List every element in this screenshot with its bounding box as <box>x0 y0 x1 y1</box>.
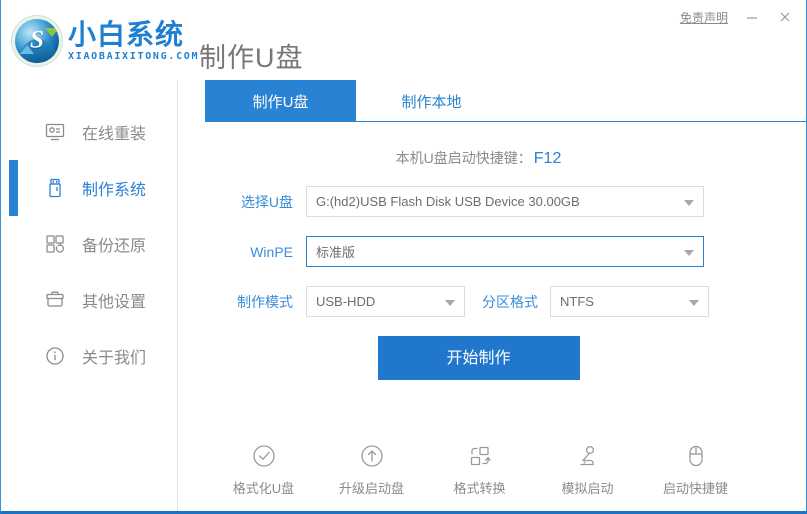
form-row-usb: 选择U盘 G:(hd2)USB Flash Disk USB Device 30… <box>179 186 806 217</box>
tool-boot-hotkey[interactable]: 启动快捷键 <box>659 440 733 497</box>
boot-hotkey-value: F12 <box>533 150 562 167</box>
chevron-down-icon <box>684 199 694 206</box>
sidebar-item-backup-restore[interactable]: 备份还原 <box>1 216 177 272</box>
toolbox-icon <box>42 287 68 313</box>
monitor-icon <box>42 119 68 145</box>
mode-select-label: 制作模式 <box>237 293 293 310</box>
usb-select-value: G:(hd2)USB Flash Disk USB Device 30.00GB <box>316 194 580 209</box>
chevron-down-icon <box>689 299 699 306</box>
sidebar-item-label: 备份还原 <box>82 238 147 255</box>
logo-mark-icon: S <box>15 19 59 63</box>
convert-icon <box>466 440 494 472</box>
winpe-select-label: WinPE <box>250 243 293 260</box>
tool-label: 启动快捷键 <box>662 481 728 496</box>
mode-select-value: USB-HDD <box>316 294 376 309</box>
tool-label: 模拟启动 <box>561 481 614 496</box>
sidebar-item-online-reinstall[interactable]: 在线重装 <box>1 104 177 160</box>
winpe-select[interactable]: 标准版 <box>306 236 704 267</box>
chevron-down-icon <box>684 249 694 256</box>
winpe-select-value: 标准版 <box>316 245 356 260</box>
usb-select[interactable]: G:(hd2)USB Flash Disk USB Device 30.00GB <box>306 186 704 217</box>
title-bar: S 小白系统 XIAOBAIXITONG.COM 制作U盘 免责声明 <box>1 0 806 80</box>
brand-name-cn: 小白系统 <box>68 18 185 50</box>
make-usb-form: 选择U盘 G:(hd2)USB Flash Disk USB Device 30… <box>179 186 806 380</box>
close-icon[interactable] <box>771 6 798 28</box>
tool-simulate-boot[interactable]: 模拟启动 <box>551 440 625 497</box>
tool-format-usb[interactable]: 格式化U盘 <box>227 440 301 497</box>
tool-format-convert[interactable]: 格式转换 <box>443 440 517 497</box>
chevron-down-icon <box>445 299 455 306</box>
sidebar-item-other-settings[interactable]: 其他设置 <box>1 272 177 328</box>
sidebar-item-about-us[interactable]: 关于我们 <box>1 328 177 384</box>
check-circle-icon <box>250 440 278 472</box>
backup-icon <box>42 231 68 257</box>
tool-label: 升级启动盘 <box>338 481 404 496</box>
tool-shortcut-bar: 格式化U盘 升级启动盘 格式转换 模拟启动 启动快捷键 <box>179 440 806 497</box>
boot-hotkey-hint-text: 本机U盘启动快捷键： <box>395 150 532 166</box>
tool-label: 格式转换 <box>453 481 506 496</box>
brand-text: 小白系统 XIAOBAIXITONG.COM <box>68 18 200 62</box>
boot-hotkey-hint: 本机U盘启动快捷键： F12 <box>179 148 806 168</box>
tab-bar: 制作U盘 制作本地 <box>205 80 806 122</box>
mouse-icon <box>682 440 710 472</box>
logo-s-glyph: S <box>30 26 44 54</box>
arrow-up-circle-icon <box>358 440 386 472</box>
sidebar-item-label: 其他设置 <box>82 294 147 311</box>
tool-upgrade-boot-disk[interactable]: 升级启动盘 <box>335 440 409 497</box>
mode-select[interactable]: USB-HDD <box>306 286 465 317</box>
brand-name-en: XIAOBAIXITONG.COM <box>68 50 200 62</box>
sidebar-item-label: 关于我们 <box>82 350 147 367</box>
form-row-mode-partition: 制作模式 USB-HDD 分区格式 NTFS <box>179 286 806 317</box>
sidebar-item-make-system[interactable]: 制作系统 <box>1 160 177 216</box>
form-row-winpe: WinPE 标准版 <box>179 236 806 267</box>
minimize-icon[interactable] <box>738 6 765 28</box>
brand-logo: S 小白系统 XIAOBAIXITONG.COM <box>15 19 199 63</box>
sidebar-item-label: 在线重装 <box>82 126 147 143</box>
tool-label: 格式化U盘 <box>232 481 295 496</box>
partition-select[interactable]: NTFS <box>550 286 709 317</box>
app-window: S 小白系统 XIAOBAIXITONG.COM 制作U盘 免责声明 在线重装 … <box>0 0 807 514</box>
partition-select-value: NTFS <box>560 294 594 309</box>
sidebar-item-label: 制作系统 <box>82 182 147 199</box>
disclaimer-link[interactable]: 免责声明 <box>676 7 732 28</box>
page-title: 制作U盘 <box>199 43 304 73</box>
window-actions: 免责声明 <box>676 6 798 28</box>
tab-make-local[interactable]: 制作本地 <box>356 80 507 122</box>
main-content: 制作U盘 制作本地 本机U盘启动快捷键： F12 选择U盘 G:(hd2)USB … <box>179 80 806 511</box>
primary-action-area: 开始制作 <box>179 336 806 380</box>
start-make-button[interactable]: 开始制作 <box>377 336 580 380</box>
tab-make-usb[interactable]: 制作U盘 <box>205 80 356 122</box>
usb-icon <box>42 175 68 201</box>
sidebar: 在线重装 制作系统 备份还原 其他设置 关于我们 <box>1 80 178 511</box>
partition-select-label: 分区格式 <box>482 293 538 310</box>
joystick-icon <box>574 440 602 472</box>
usb-select-label: 选择U盘 <box>240 193 293 210</box>
info-icon <box>42 343 68 369</box>
